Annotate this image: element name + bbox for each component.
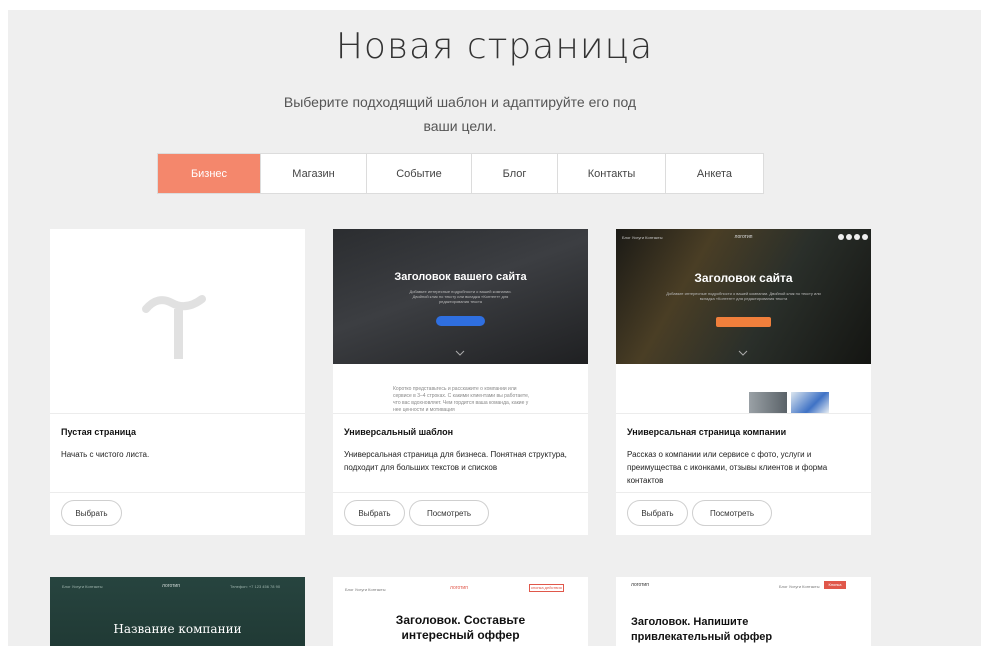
select-button[interactable]: Выбрать [344,500,405,526]
hero-text: Добавьте интересные подробности о вашей … [409,289,512,304]
hero-cta-button [716,317,771,327]
social-icon [838,234,844,240]
subtitle-line-2: ваши цели. [423,118,497,134]
social-icon [854,234,860,240]
preview-button: кнопка действия [529,584,564,592]
card-divider [50,492,305,493]
page-subtitle: Выберите подходящий шаблон и адаптируйте… [270,90,650,138]
tilda-logo-icon [142,295,206,359]
hero-title: Заголовок. Составьте интересный оффер [333,613,588,643]
universal-preview[interactable]: Заголовок вашего сайта Добавьте интересн… [333,229,588,413]
card-divider [50,413,305,414]
card-description: Начать с чистого листа. [61,450,150,459]
preview-body-text: Коротко представьтесь и расскажите о ком… [393,386,530,413]
template-card-attractive-offer[interactable]: логотип Блог Услуги Контакты Кнопка Заго… [616,577,871,646]
preview-nav: Блог Услуги Контакты [62,584,103,589]
tab-blog[interactable]: Блог [472,154,558,193]
preview-button: Кнопка [824,581,846,589]
social-icon [846,234,852,240]
social-icon [862,234,868,240]
preview-logo: логотип [450,585,468,591]
card-description: Универсальная страница для бизнеса. Поня… [344,450,567,472]
template-card-company-name[interactable]: Блог Услуги Контакты логотип Телефон: +7… [50,577,305,646]
hero-title: Название компании [113,622,242,636]
card-description: Рассказ о компании или сервисе с фото, у… [627,450,828,485]
tab-shop[interactable]: Магазин [261,154,367,193]
card-title: Пустая страница [61,427,136,437]
category-tabs: Бизнес Магазин Событие Блог Контакты Анк… [157,153,764,194]
hero-text: Добавьте интересные подробности о вашей … [666,291,821,301]
hero-title: Заголовок вашего сайта [394,271,527,283]
template-card-offer[interactable]: Блог Услуги Контакты логотип кнопка дейс… [333,577,588,646]
tab-business[interactable]: Бизнес [158,154,261,193]
preview-phone: Телефон: +7 123 456 78 90 [230,584,281,589]
tab-event[interactable]: Событие [367,154,472,193]
hero-cta-button [436,316,485,326]
card-divider [333,492,588,493]
hero-title: Заголовок. Напишите привлекательный оффе… [631,615,772,645]
preview-nav: Блог Услуги Контакты [779,584,820,589]
chevron-down-icon [738,350,748,356]
hero-title-line-2: привлекательный оффер [631,631,773,643]
template-card-company[interactable]: Блог Услуги Контакты логотип Заголовок с… [616,229,871,535]
card-divider [616,492,871,493]
preview-logo: логотип [162,583,180,589]
hero-title: Заголовок сайта [694,271,793,285]
page-frame: Новая страница Выберите подходящий шабло… [8,10,981,646]
preview-button[interactable]: Посмотреть [692,500,772,526]
tab-survey[interactable]: Анкета [666,154,763,193]
hero-title-line-1: Заголовок. Напишите [631,616,749,628]
select-button[interactable]: Выбрать [61,500,122,526]
company-preview[interactable]: Блог Услуги Контакты логотип Заголовок с… [616,229,871,413]
hero-title-line-2: интересный оффер [401,628,520,642]
template-card-universal[interactable]: Заголовок вашего сайта Добавьте интересн… [333,229,588,535]
preview-logo: логотип [631,582,649,588]
card-divider [616,413,871,414]
tab-contacts[interactable]: Контакты [558,154,666,193]
card-title: Универсальный шаблон [344,427,454,437]
preview-logo: логотип [734,234,753,240]
preview-photo [749,392,787,413]
preview-button[interactable]: Посмотреть [409,500,489,526]
select-button[interactable]: Выбрать [627,500,688,526]
card-title: Универсальная страница компании [627,427,787,437]
blank-preview[interactable] [50,229,305,413]
page-title: Новая страница [335,26,654,67]
preview-photo [791,392,829,413]
card-divider [333,413,588,414]
template-card-blank[interactable]: Пустая страница Начать с чистого листа. … [50,229,305,535]
chevron-down-icon [455,350,465,356]
hero-title-line-1: Заголовок. Составьте [395,613,526,627]
subtitle-line-1: Выберите подходящий шаблон и адаптируйте… [283,94,637,110]
preview-nav: Блог Услуги Контакты [345,587,386,592]
